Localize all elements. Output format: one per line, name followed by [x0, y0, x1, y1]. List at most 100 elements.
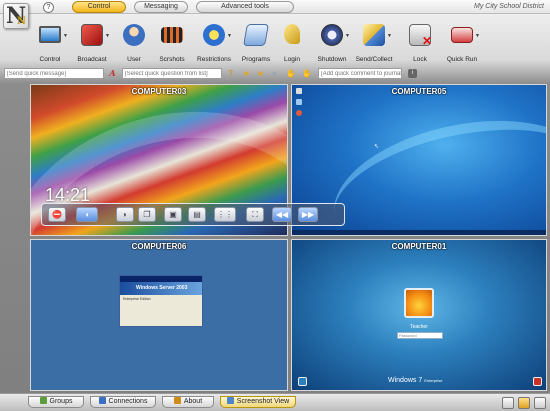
monitor-icon: [39, 26, 61, 43]
restrictions-label: Restrictions: [197, 56, 231, 63]
accessibility-icon[interactable]: [298, 377, 307, 386]
quick-run-button[interactable]: ▼ Quick Run: [442, 24, 482, 66]
os-name: Windows: [388, 377, 417, 384]
desktop-icon: [296, 99, 302, 105]
os-version: 7: [418, 377, 423, 384]
login-username: Teacher: [410, 324, 428, 330]
star-gold-icon[interactable]: ★: [256, 69, 265, 78]
lock-label: Lock: [413, 56, 427, 63]
shutdown-label: Shutdown: [317, 56, 347, 63]
dialog-banner: Windows Server 2003: [120, 282, 202, 295]
star-silver-icon[interactable]: ★: [270, 69, 279, 78]
chevron-down-icon[interactable]: ▼: [345, 33, 350, 39]
screenshot-view-icon: [226, 397, 234, 404]
hand-icon[interactable]: ✋: [302, 69, 312, 78]
mouse-icon[interactable]: ◖: [76, 207, 98, 222]
screen-title: COMPUTER01: [391, 242, 447, 251]
pointer-icon[interactable]: ⛔: [48, 207, 66, 222]
groups-icon: [39, 397, 47, 404]
os-edition: Enterprise: [424, 378, 443, 383]
server-dialog: Windows Server 2003 Enterprise Edition: [119, 275, 203, 327]
person-icon[interactable]: [518, 397, 530, 409]
quick-message-input[interactable]: [4, 68, 104, 79]
password-field[interactable]: Password: [397, 332, 443, 339]
bottom-bar: Groups Connections About Screenshot View: [0, 393, 550, 411]
restrictions-button[interactable]: ▼ Restrictions: [194, 24, 234, 66]
os-logo: Windows 7 Enterprise: [388, 377, 442, 384]
tab-advanced-tools[interactable]: Advanced tools: [196, 1, 294, 13]
dialog-edition: Enterprise Edition: [123, 297, 151, 301]
format-text-icon[interactable]: A: [108, 69, 117, 78]
journal-add-icon[interactable]: i: [408, 69, 417, 78]
shutdown-button[interactable]: ▼ Shutdown: [312, 24, 352, 66]
screen-title: COMPUTER03: [131, 87, 187, 96]
star-gold-icon[interactable]: ★: [242, 69, 251, 78]
layout-icon[interactable]: [502, 397, 514, 409]
mouse-cursor-icon: ↖: [374, 144, 380, 150]
film-icon: [161, 27, 183, 43]
broadcast-button[interactable]: ▼ Broadcast: [72, 24, 112, 66]
tab-connections[interactable]: Connections: [90, 396, 156, 408]
power-icon[interactable]: [533, 377, 542, 386]
save-icon[interactable]: ▣: [164, 207, 182, 222]
tab-groups[interactable]: Groups: [28, 396, 84, 408]
tab-screenshot-view-label: Screenshot View: [236, 398, 290, 405]
restrictions-icon: [203, 24, 225, 46]
chevron-down-icon[interactable]: ▼: [387, 33, 392, 39]
screenshots-button[interactable]: Scrshots: [152, 24, 192, 66]
send-collect-label: Send/Collect: [355, 56, 393, 63]
key-icon: [284, 24, 300, 44]
app-window: ? Control Messaging Advanced tools My Ci…: [0, 0, 550, 411]
quick-question-select[interactable]: [122, 68, 222, 79]
app-logo: NN: [3, 3, 29, 29]
main-toolbar: ▼ Control ▼ Broadcast User Scrshots ▼ Re…: [30, 24, 500, 66]
copy-icon[interactable]: ❐: [138, 207, 156, 222]
about-icon: [173, 397, 181, 404]
chevron-down-icon[interactable]: ▼: [105, 33, 110, 39]
rewind-icon[interactable]: ◀◀: [272, 207, 292, 222]
title-bar: ? Control Messaging Advanced tools My Ci…: [0, 0, 550, 14]
grid-icon[interactable]: [534, 397, 546, 409]
remote-toolbar: ⛔ ◖ ◗ ❐ ▣ ▤ ⋮⋮ ⛶ ◀◀ ▶▶: [41, 203, 345, 226]
mouse-icon[interactable]: ◗: [116, 207, 134, 222]
hand-icon[interactable]: ✋: [286, 69, 296, 78]
keyboard-icon[interactable]: ⋮⋮: [214, 207, 236, 222]
user-avatar: [404, 288, 434, 318]
connections-icon: [98, 397, 106, 404]
tab-screenshot-view[interactable]: Screenshot View: [220, 396, 296, 408]
send-collect-button[interactable]: ▼ Send/Collect: [354, 24, 394, 66]
tab-connections-label: Connections: [108, 398, 148, 405]
user-icon: [123, 24, 145, 46]
chevron-down-icon[interactable]: ▼: [475, 33, 480, 39]
printer-icon[interactable]: ▤: [188, 207, 206, 222]
tab-messaging[interactable]: Messaging: [134, 1, 188, 13]
lock-button[interactable]: ✕ Lock: [400, 24, 440, 66]
fit-screen-icon[interactable]: ⛶: [246, 207, 264, 222]
quick-journal-input[interactable]: [318, 68, 402, 79]
quick-bar: A ? ★ ★ ★ ✋ ✋ i: [0, 67, 550, 81]
chevron-down-icon[interactable]: ▼: [227, 33, 232, 39]
district-name: My City School District: [473, 3, 544, 10]
desktop-icon: [296, 110, 302, 116]
screen-computer06[interactable]: COMPUTER06 Windows Server 2003 Enterpris…: [30, 239, 288, 391]
tab-groups-label: Groups: [49, 398, 73, 405]
programs-icon: [243, 24, 269, 46]
tab-about-label: About: [183, 398, 203, 405]
quick-run-icon: [451, 27, 473, 43]
chevron-down-icon[interactable]: ▼: [63, 33, 68, 39]
login-button[interactable]: Login: [272, 24, 312, 66]
send-collect-icon: [363, 24, 385, 46]
help-icon[interactable]: ?: [43, 2, 54, 13]
screenshots-label: Scrshots: [159, 56, 185, 63]
screen-computer01[interactable]: COMPUTER01 Teacher Password Windows 7 En…: [291, 239, 547, 391]
tab-about[interactable]: About: [162, 396, 214, 408]
taskbar: [292, 230, 546, 235]
tab-control[interactable]: Control: [72, 1, 126, 13]
power-icon: [321, 24, 343, 46]
broadcast-label: Broadcast: [77, 56, 107, 63]
control-button[interactable]: ▼ Control: [30, 24, 70, 66]
fast-forward-icon[interactable]: ▶▶: [298, 207, 318, 222]
lock-icon: ✕: [409, 24, 432, 47]
question-icon[interactable]: ?: [226, 69, 235, 78]
screen-title: COMPUTER06: [131, 242, 187, 251]
